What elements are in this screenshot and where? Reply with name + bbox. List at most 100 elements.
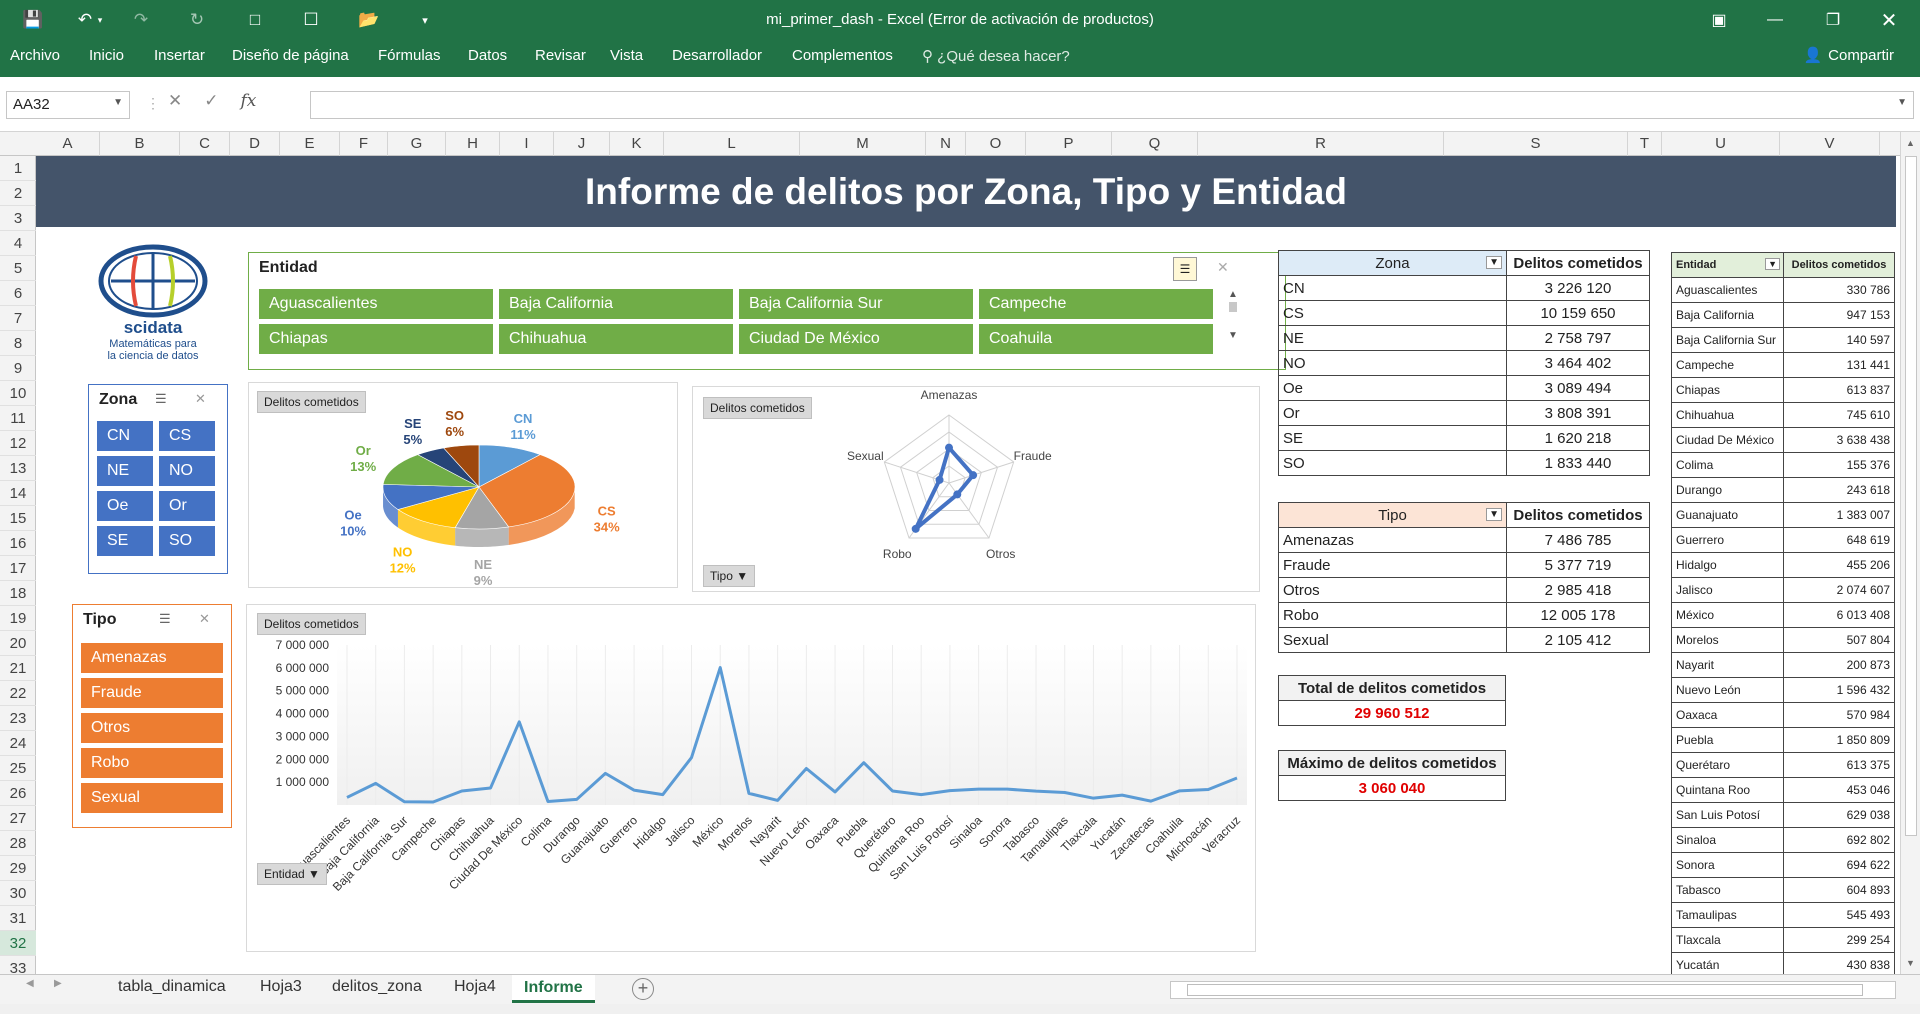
zona-header[interactable]: Zona ▼ [1278, 250, 1507, 276]
row-header[interactable]: 5 [0, 256, 36, 281]
column-header[interactable]: M [800, 132, 926, 156]
scroll-up-icon[interactable]: ▲ [1906, 138, 1915, 148]
column-header[interactable]: N [926, 132, 966, 156]
slicer-tipo-item[interactable]: Amenazas [81, 643, 223, 673]
tab-archivo[interactable]: Archivo [10, 47, 60, 64]
multi-select-icon[interactable]: ☰ [155, 391, 167, 407]
name-box[interactable]: AA32 ▼ [6, 91, 130, 119]
filter-dropdown-icon[interactable]: ▼ [1486, 508, 1502, 521]
tell-me-box[interactable]: ⚲ ¿Qué desea hacer? [922, 47, 1070, 65]
maximize-icon[interactable]: ❐ [1810, 0, 1856, 40]
slicer-tipo-item[interactable]: Otros [81, 713, 223, 743]
tab-complementos[interactable]: Complementos [792, 47, 893, 64]
entidad-header[interactable]: Entidad ▼ [1671, 252, 1784, 278]
tab-diseno-pagina[interactable]: Diseño de página [232, 47, 349, 64]
slicer-entidad-item[interactable]: Campeche [979, 289, 1213, 319]
clear-filter-icon[interactable]: ✕ [195, 391, 206, 407]
row-header[interactable]: 6 [0, 281, 36, 306]
row-header[interactable]: 16 [0, 531, 36, 556]
slicer-zona-item[interactable]: Or [159, 491, 215, 521]
share-button[interactable]: 👤 Compartir [1803, 46, 1894, 65]
tab-insertar[interactable]: Insertar [154, 47, 205, 64]
row-header[interactable]: 4 [0, 231, 36, 256]
column-header[interactable]: S [1444, 132, 1628, 156]
row-header[interactable]: 24 [0, 731, 36, 756]
column-header[interactable]: D [230, 132, 280, 156]
slicer-zona-item[interactable]: CS [159, 421, 215, 451]
field-button-tipo[interactable]: Tipo ▼ [703, 565, 756, 587]
insert-function-icon[interactable]: fx [241, 91, 257, 111]
row-header[interactable]: 19 [0, 606, 36, 631]
line-chart-card[interactable]: Delitos cometidos 7 000 000 6 000 000 5 00… [246, 604, 1256, 952]
row-header[interactable]: 18 [0, 581, 36, 606]
column-header[interactable]: C [180, 132, 230, 156]
ribbon-display-icon[interactable]: ▣ [1696, 0, 1742, 40]
tab-datos[interactable]: Datos [468, 47, 507, 64]
column-header[interactable]: R [1198, 132, 1444, 156]
row-header[interactable]: 11 [0, 406, 36, 431]
row-header[interactable]: 13 [0, 456, 36, 481]
tab-vista[interactable]: Vista [610, 47, 643, 64]
multi-select-icon[interactable]: ☰ [159, 611, 171, 627]
row-header[interactable]: 26 [0, 781, 36, 806]
tipo-header[interactable]: Tipo ▼ [1278, 502, 1507, 528]
filter-dropdown-icon[interactable]: ▼ [1486, 256, 1502, 269]
slicer-entidad-item[interactable]: Coahuila [979, 324, 1213, 354]
clear-filter-icon[interactable]: ✕ [1217, 259, 1229, 276]
slicer-tipo-item[interactable]: Robo [81, 748, 223, 778]
scroll-thumb[interactable] [1229, 302, 1237, 312]
field-button-entidad[interactable]: Entidad ▼ [257, 863, 327, 885]
column-header[interactable]: J [554, 132, 610, 156]
column-header[interactable]: P [1026, 132, 1112, 156]
pie-chart-card[interactable]: Delitos cometidos CN 11% CS 34% NE 9% NO 12% Oe 1… [248, 382, 678, 588]
row-header[interactable]: 14 [0, 481, 36, 506]
open-folder-icon[interactable]: 📂 [352, 6, 386, 34]
minimize-icon[interactable]: — [1752, 0, 1798, 40]
chevron-up-icon[interactable]: ▲ [1225, 289, 1241, 300]
expand-formula-icon[interactable]: ▼ [1897, 97, 1907, 108]
slicer-zona-item[interactable]: NE [97, 456, 153, 486]
row-header[interactable]: 1 [0, 156, 36, 181]
worksheet[interactable]: Informe de delitos por Zona, Tipo y Enti… [36, 156, 1900, 974]
scroll-thumb[interactable] [1187, 984, 1863, 996]
next-sheet-icon[interactable]: ▶ [54, 978, 62, 989]
row-header[interactable]: 7 [0, 306, 36, 331]
customize-toolbar-icon[interactable]: ▾ [408, 6, 442, 34]
row-header[interactable]: 22 [0, 681, 36, 706]
slicer-entidad-item[interactable]: Ciudad De México [739, 324, 973, 354]
tab-revisar[interactable]: Revisar [535, 47, 586, 64]
slicer-entidad-item[interactable]: Baja California Sur [739, 289, 973, 319]
column-header[interactable]: G [388, 132, 446, 156]
new-file-icon[interactable]: □ [238, 6, 272, 34]
clear-filter-icon[interactable]: ✕ [199, 611, 210, 627]
slicer-entidad-item[interactable]: Chihuahua [499, 324, 733, 354]
column-header[interactable]: O [966, 132, 1026, 156]
column-header[interactable]: F [340, 132, 388, 156]
scroll-thumb[interactable] [1905, 156, 1917, 836]
save-icon[interactable]: 💾 [16, 6, 50, 34]
row-header[interactable]: 29 [0, 856, 36, 881]
row-header[interactable]: 31 [0, 906, 36, 931]
enter-icon[interactable]: ✓ [204, 91, 218, 111]
column-header[interactable]: K [610, 132, 664, 156]
row-header[interactable]: 9 [0, 356, 36, 381]
column-header[interactable]: L [664, 132, 800, 156]
slicer-entidad-item[interactable]: Chiapas [259, 324, 493, 354]
slicer-scrollbar[interactable]: ▲ ▼ [1225, 289, 1241, 353]
row-header[interactable]: 3 [0, 206, 36, 231]
row-header[interactable]: 23 [0, 706, 36, 731]
row-header[interactable]: 21 [0, 656, 36, 681]
slicer-tipo-item[interactable]: Sexual [81, 783, 223, 813]
row-header[interactable]: 27 [0, 806, 36, 831]
row-header[interactable]: 32 [0, 931, 36, 956]
column-header[interactable]: V [1780, 132, 1880, 156]
slicer-zona-item[interactable]: SO [159, 526, 215, 556]
radar-chart-card[interactable]: Delitos cometidos Amenazas Fraude Otros Rob… [692, 386, 1260, 592]
slicer-entidad-item[interactable]: Aguascalientes [259, 289, 493, 319]
multi-select-icon[interactable]: ☰ [1173, 257, 1197, 281]
formula-input[interactable]: ▼ [310, 91, 1914, 119]
refresh-icon[interactable]: ↻ [180, 6, 214, 34]
row-header[interactable]: 28 [0, 831, 36, 856]
slicer-tipo-item[interactable]: Fraude [81, 678, 223, 708]
add-sheet-icon[interactable]: + [632, 978, 654, 1000]
